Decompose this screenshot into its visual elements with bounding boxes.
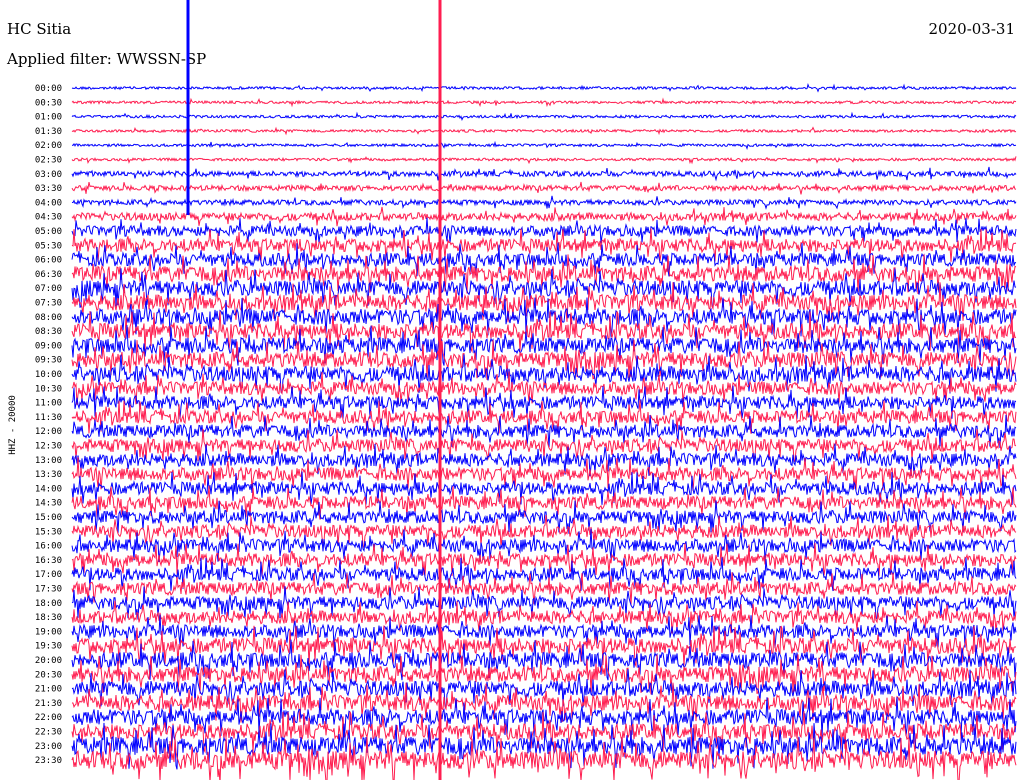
- trace-line: [71, 126, 1017, 136]
- trace-line: [71, 195, 1017, 210]
- time-tick-label: 19:00: [35, 627, 62, 637]
- time-tick-label: 16:30: [35, 556, 62, 566]
- time-tick-label: 15:30: [35, 527, 62, 537]
- y-axis-label: HHZ - 20000: [8, 395, 18, 455]
- time-tick-label: 07:30: [35, 299, 62, 309]
- time-tick-label: 15:00: [35, 513, 62, 523]
- time-tick-label: 01:00: [35, 113, 62, 123]
- time-tick-label: 00:30: [35, 98, 62, 108]
- time-tick-label: 20:30: [35, 670, 62, 680]
- time-tick-label: 23:00: [35, 742, 62, 752]
- time-tick-label: 08:30: [35, 327, 62, 337]
- time-tick-label: 01:30: [35, 127, 62, 137]
- time-tick-label: 06:30: [35, 270, 62, 280]
- traces-group: [71, 0, 1017, 780]
- time-tick-label: 16:00: [35, 542, 62, 552]
- time-tick-label: 14:30: [35, 499, 62, 509]
- time-tick-label: 06:00: [35, 256, 62, 266]
- time-tick-label: 17:00: [35, 570, 62, 580]
- time-tick-label: 03:30: [35, 184, 62, 194]
- trace-line: [71, 140, 1017, 151]
- time-tick-label: 10:30: [35, 384, 62, 394]
- trace-line: [71, 528, 1017, 563]
- time-tick-label: 04:30: [35, 213, 62, 223]
- helicorder-plot: 00:00 00:30 01:00 01:30 02:00 02:30 03:00 03:30…: [8, 0, 1017, 780]
- time-tick-label: 14:00: [35, 484, 62, 494]
- time-tick-label: 18:30: [35, 613, 62, 623]
- time-tick-label: 12:00: [35, 427, 62, 437]
- time-tick-label: 13:00: [35, 456, 62, 466]
- time-tick-label: 21:30: [35, 699, 62, 709]
- time-tick-label: 05:00: [35, 227, 62, 237]
- time-tick-label: 04:00: [35, 198, 62, 208]
- time-tick-label: 10:00: [35, 370, 62, 380]
- trace-line: [71, 156, 1017, 165]
- trace-line: [71, 181, 1017, 195]
- trace-line: [71, 111, 1017, 121]
- time-tick-label: 17:30: [35, 585, 62, 595]
- time-tick-label: 23:30: [35, 756, 62, 766]
- time-tick-label: 21:00: [35, 685, 62, 695]
- time-tick-label: 22:30: [35, 728, 62, 738]
- time-tick-label: 08:00: [35, 313, 62, 323]
- time-tick-label: 02:30: [35, 156, 62, 166]
- time-tick-label: 05:30: [35, 241, 62, 251]
- time-tick-label: 11:00: [35, 399, 62, 409]
- time-tick-label: 12:30: [35, 442, 62, 452]
- tick-labels-group: 00:00 00:30 01:00 01:30 02:00 02:30 03:00 03:30…: [35, 84, 62, 766]
- time-tick-label: 09:00: [35, 341, 62, 351]
- trace-line: [71, 206, 1017, 227]
- time-tick-label: 13:30: [35, 470, 62, 480]
- trace-line: [71, 166, 1017, 182]
- trace-line: [71, 82, 1017, 93]
- trace-line: [71, 97, 1017, 108]
- time-tick-label: 09:30: [35, 356, 62, 366]
- time-tick-label: 00:00: [35, 84, 62, 94]
- time-tick-label: 03:00: [35, 170, 62, 180]
- time-tick-label: 11:30: [35, 413, 62, 423]
- time-tick-label: 20:00: [35, 656, 62, 666]
- time-tick-label: 22:00: [35, 713, 62, 723]
- time-tick-label: 07:00: [35, 284, 62, 294]
- time-tick-label: 18:00: [35, 599, 62, 609]
- time-tick-label: 02:00: [35, 141, 62, 151]
- time-tick-label: 19:30: [35, 642, 62, 652]
